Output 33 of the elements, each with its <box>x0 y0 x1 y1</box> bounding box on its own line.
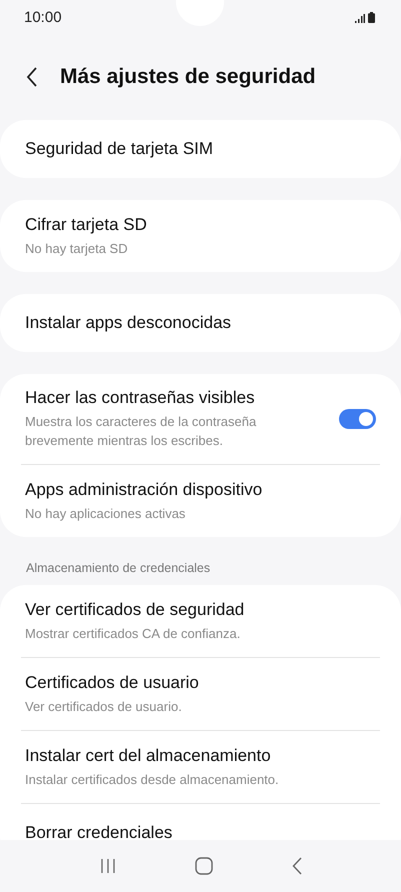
item-subtitle: Ver certificados de usuario. <box>25 698 183 716</box>
toggle-switch[interactable] <box>339 409 376 429</box>
item-title: Instalar apps desconocidas <box>25 313 232 333</box>
page-title: Más ajustes de seguridad <box>60 65 316 89</box>
item-subtitle: Muestra los caracteres de la contraseña brevemente mientras los escribes. <box>25 413 258 450</box>
settings-item[interactable]: Instalar cert del almacenamiento Instalar certificados desde almacenamiento. <box>0 731 401 803</box>
settings-item[interactable]: Certificados de usuario Ver certificados de usuario. <box>0 658 401 730</box>
settings-item[interactable]: Cifrar tarjeta SD No hay tarjeta SD <box>0 200 401 272</box>
item-subtitle: Mostrar certificados CA de confianza. <box>25 624 242 642</box>
item-title: Instalar cert del almacenamiento <box>25 746 272 766</box>
item-title: Ver certificados de seguridad <box>25 600 246 620</box>
item-subtitle: No hay aplicaciones activas <box>25 504 186 522</box>
status-time: 10:00 <box>24 8 62 26</box>
signal-icon <box>355 14 365 22</box>
back-icon[interactable] <box>26 67 38 87</box>
item-subtitle: Instalar certificados desde almacenamiento. <box>25 770 280 788</box>
settings-item[interactable]: Hacer las contraseñas visibles Muestra los caracteres de la contraseña brevemente mientras los escribes. <box>0 374 401 464</box>
item-title: Cifrar tarjeta SD <box>25 214 148 234</box>
settings-item[interactable]: Seguridad de tarjeta SIM <box>0 120 401 178</box>
battery-icon <box>368 12 375 22</box>
settings-item[interactable]: Apps administración dispositivo No hay aplicaciones activas <box>0 465 401 537</box>
settings-item[interactable]: Instalar apps desconocidas <box>0 294 401 352</box>
item-title: Hacer las contraseñas visibles <box>25 388 256 408</box>
item-subtitle: No hay tarjeta SD <box>25 240 129 258</box>
item-title: Borrar credenciales <box>25 823 174 840</box>
item-title: Seguridad de tarjeta SIM <box>25 139 214 159</box>
settings-item[interactable]: Borrar credenciales <box>0 804 401 840</box>
section-header: Almacenamiento de credenciales <box>25 560 212 577</box>
recent-apps-icon[interactable] <box>100 858 116 874</box>
item-title: Certificados de usuario <box>25 672 200 692</box>
home-icon[interactable] <box>194 857 212 875</box>
settings-item[interactable]: Ver certificados de seguridad Mostrar certificados CA de confianza. <box>0 585 401 657</box>
item-title: Apps administración dispositivo <box>25 480 264 500</box>
